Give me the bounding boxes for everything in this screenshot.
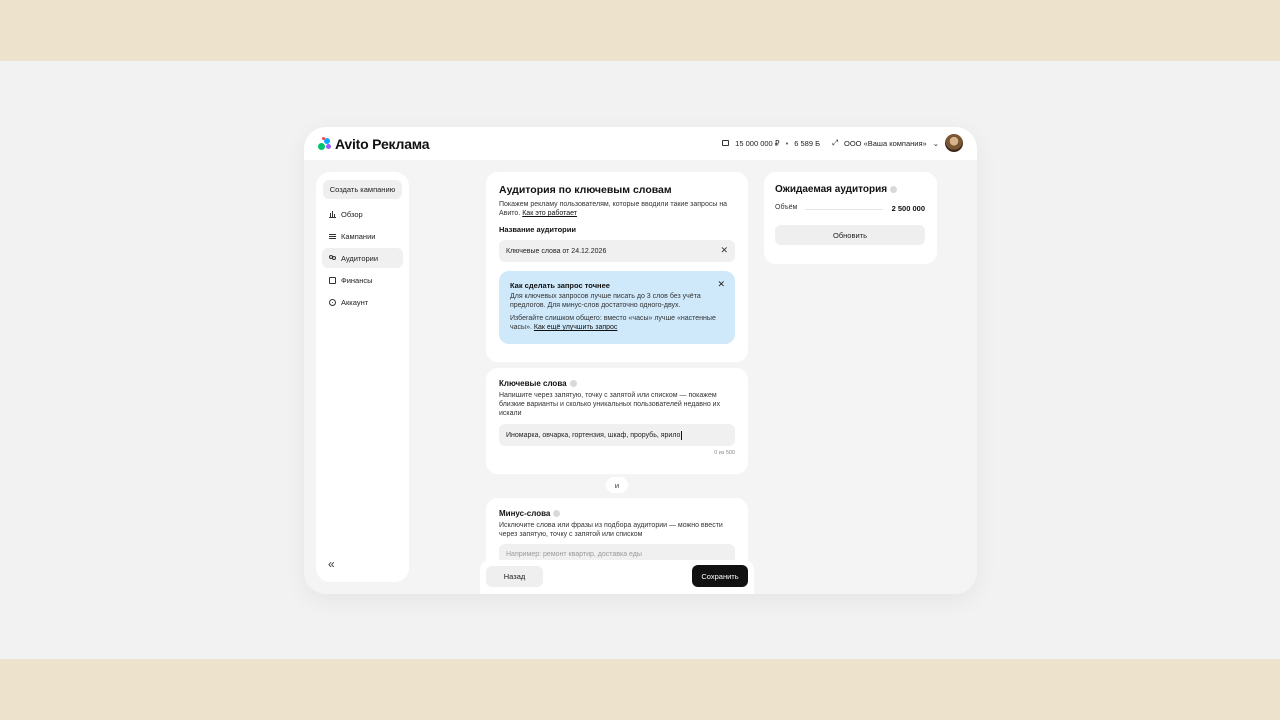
sidebar-item-audiences[interactable]: Аудитории bbox=[322, 248, 403, 268]
action-bar: Назад Сохранить bbox=[480, 560, 754, 594]
sidebar-nav: Обзор Кампании Аудитории Финансы Аккаунт bbox=[322, 204, 403, 314]
sidebar-item-label: Обзор bbox=[341, 209, 363, 219]
header: Avito Реклама 15 000 000 ₽ • 6 589 Б ⤢ О… bbox=[304, 127, 977, 160]
text-cursor bbox=[681, 430, 683, 440]
logo-text: Avito Реклама bbox=[335, 136, 430, 152]
tip-text-2: Избегайте слишком общего: вместо «часы» … bbox=[510, 314, 720, 332]
improve-query-link[interactable]: Как ещё улучшить запрос bbox=[534, 324, 618, 331]
page-background: Avito Реклама 15 000 000 ₽ • 6 589 Б ⤢ О… bbox=[0, 61, 1280, 659]
expected-title-row: Ожидаемая аудитория bbox=[775, 184, 898, 195]
keywords-input[interactable]: Иномарка, овчарка, гортензия, шкаф, прор… bbox=[499, 424, 735, 446]
chevron-down-icon[interactable]: ⌄ bbox=[933, 139, 939, 148]
sidebar-item-label: Аккаунт bbox=[341, 297, 369, 307]
audience-name-value: Ключевые слова от 24.12.2026 bbox=[506, 247, 607, 255]
sidebar-item-account[interactable]: Аккаунт bbox=[322, 292, 403, 312]
minus-title-row: Минус-слова bbox=[499, 509, 561, 518]
expected-audience-card: Ожидаемая аудитория Объём 2 500 000 Обно… bbox=[764, 172, 937, 264]
audience-description: Покажем рекламу пользователям, которые в… bbox=[499, 200, 735, 218]
keywords-counter: 0 из 500 bbox=[714, 450, 735, 456]
keywords-description: Напишите через запятую, точку с запятой … bbox=[499, 392, 721, 417]
wallet-icon bbox=[722, 140, 730, 146]
minus-description: Исключите слова или фразы из подбора ауд… bbox=[499, 522, 723, 538]
save-button[interactable]: Сохранить bbox=[692, 565, 748, 587]
sidebar: Создать кампанию Обзор Кампании Аудитори… bbox=[316, 172, 409, 582]
help-icon[interactable] bbox=[890, 185, 898, 193]
sidebar-item-overview[interactable]: Обзор bbox=[322, 204, 403, 224]
create-campaign-button[interactable]: Создать кампанию bbox=[323, 180, 402, 199]
keywords-value: Иномарка, овчарка, гортензия, шкаф, прор… bbox=[506, 431, 681, 439]
audience-name-label: Название аудитории bbox=[499, 225, 576, 234]
volume-label: Объём bbox=[775, 204, 798, 211]
update-button[interactable]: Обновить bbox=[775, 225, 925, 245]
header-right: 15 000 000 ₽ • 6 589 Б ⤢ ООО «Ваша компа… bbox=[722, 134, 963, 152]
sidebar-item-label: Кампании bbox=[341, 231, 376, 241]
balance[interactable]: 15 000 000 ₽ bbox=[735, 139, 779, 148]
sidebar-item-finance[interactable]: Финансы bbox=[322, 270, 403, 290]
help-icon[interactable] bbox=[553, 510, 561, 518]
collapse-sidebar-button[interactable]: « bbox=[328, 557, 335, 571]
gear-icon bbox=[329, 298, 336, 306]
tip-banner: Как сделать запрос точнее ✕ Для ключевых… bbox=[499, 271, 735, 344]
app-window: Avito Реклама 15 000 000 ₽ • 6 589 Б ⤢ О… bbox=[304, 127, 977, 594]
audience-name-input[interactable]: Ключевые слова от 24.12.2026 ✕ bbox=[499, 240, 735, 262]
chart-icon bbox=[329, 210, 336, 218]
list-icon bbox=[329, 233, 336, 240]
volume-row: Объём 2 500 000 bbox=[775, 204, 925, 214]
bonus-balance[interactable]: 6 589 Б bbox=[794, 139, 820, 148]
sidebar-item-campaigns[interactable]: Кампании bbox=[322, 226, 403, 246]
company-selector[interactable]: ООО «Ваша компания» bbox=[844, 139, 927, 148]
users-icon bbox=[329, 254, 336, 262]
close-icon[interactable]: ✕ bbox=[717, 279, 725, 290]
keywords-title-row: Ключевые слова bbox=[499, 379, 577, 388]
volume-divider bbox=[805, 209, 883, 210]
keywords-title: Ключевые слова bbox=[499, 379, 567, 388]
how-it-works-link[interactable]: Как это работает bbox=[522, 210, 577, 217]
logo-icon bbox=[318, 137, 332, 151]
separator-dot: • bbox=[785, 138, 789, 148]
back-button[interactable]: Назад bbox=[486, 566, 543, 587]
help-icon[interactable] bbox=[569, 380, 577, 388]
audience-title: Аудитория по ключевым словам bbox=[499, 184, 672, 196]
and-separator: и bbox=[606, 477, 628, 493]
minus-title: Минус-слова bbox=[499, 509, 551, 518]
avatar[interactable] bbox=[945, 134, 963, 152]
minus-words-placeholder: Например: ремонт квартир, доставка еды bbox=[506, 550, 642, 558]
clear-icon[interactable]: ✕ bbox=[720, 245, 728, 256]
audience-card: Аудитория по ключевым словам Покажем рек… bbox=[486, 172, 748, 362]
tip-text-1: Для ключевых запросов лучше писать до 3 … bbox=[510, 293, 701, 309]
tip-title: Как сделать запрос точнее bbox=[510, 281, 610, 290]
sidebar-item-label: Финансы bbox=[341, 275, 373, 285]
wallet-icon bbox=[329, 276, 336, 284]
swap-icon: ⤢ bbox=[832, 138, 838, 147]
expected-title: Ожидаемая аудитория bbox=[775, 184, 888, 195]
sidebar-item-label: Аудитории bbox=[341, 253, 379, 263]
keywords-card: Ключевые слова Напишите через запятую, т… bbox=[486, 368, 748, 474]
logo[interactable]: Avito Реклама bbox=[318, 136, 430, 152]
volume-value: 2 500 000 bbox=[891, 204, 925, 213]
